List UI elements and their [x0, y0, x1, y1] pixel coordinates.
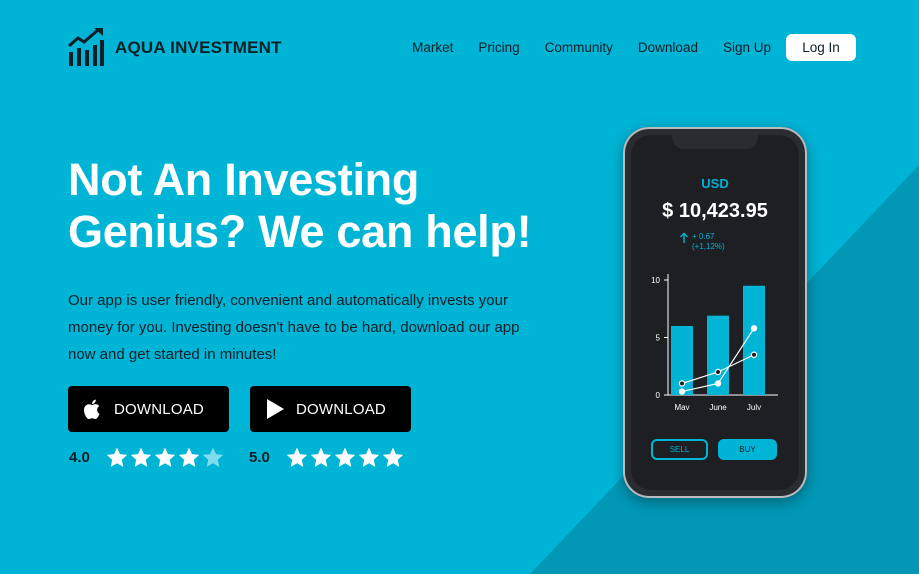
bar-chart-growth-icon — [68, 28, 104, 66]
login-button[interactable]: Log In — [786, 34, 856, 61]
play-download-button[interactable]: DOWNLOAD — [250, 386, 411, 432]
star-filled-icon — [106, 447, 128, 467]
y-tick-label: 0 — [656, 391, 661, 400]
apple-download-label: DOWNLOAD — [114, 400, 204, 418]
play-icon — [264, 398, 286, 420]
nav-pricing-link[interactable]: Pricing — [478, 35, 519, 61]
brand-name: AQUA INVESTMENT — [115, 37, 282, 57]
play-rating: 5.0 — [249, 446, 405, 468]
arrow-up-icon — [680, 232, 688, 243]
y-tick-label: 5 — [656, 334, 661, 343]
play-download-label: DOWNLOAD — [296, 400, 386, 418]
star-filled-icon — [310, 447, 332, 467]
currency-label: USD — [701, 176, 729, 191]
main-nav: Market Pricing Community Download Sign U… — [412, 34, 856, 61]
hero-title: Not An Investing Genius? We can help! — [68, 154, 532, 257]
chart-point — [678, 380, 686, 387]
x-tick-label: July — [747, 403, 761, 410]
star-filled-icon — [130, 447, 152, 467]
chart-point — [750, 351, 758, 358]
chart-point — [750, 325, 758, 332]
apple-rating-stars — [105, 446, 225, 468]
chart-point — [714, 368, 722, 376]
star-empty-icon — [202, 447, 224, 467]
phone-mockup: USD $ 10,423.95 + 0.67 (+1,12%) May June J… — [623, 127, 807, 498]
change-percent: (+1,12%) — [692, 242, 725, 251]
balance-value: $ 10,423.95 — [662, 200, 768, 222]
y-tick-label: 10 — [651, 276, 660, 285]
phone-notch — [672, 135, 758, 149]
buy-button[interactable]: BUY — [718, 439, 777, 460]
star-filled-icon — [178, 447, 200, 467]
star-filled-icon — [382, 447, 404, 467]
apple-rating: 4.0 — [69, 446, 225, 468]
apple-rating-value: 4.0 — [69, 448, 90, 466]
x-tick-label: May — [674, 403, 689, 410]
chart-point — [678, 388, 686, 395]
nav-market-link[interactable]: Market — [412, 35, 453, 61]
star-filled-icon — [334, 447, 356, 467]
chart-point — [714, 380, 722, 387]
brand-logo[interactable]: AQUA INVESTMENT — [68, 28, 282, 66]
phone-screen: USD $ 10,423.95 + 0.67 (+1,12%) May June J… — [631, 135, 799, 490]
star-filled-icon — [286, 447, 308, 467]
sell-button[interactable]: SELL — [651, 439, 708, 460]
nav-download-link[interactable]: Download — [638, 35, 698, 61]
change-absolute: + 0.67 — [692, 232, 715, 241]
apple-icon — [82, 398, 104, 420]
play-rating-value: 5.0 — [249, 448, 270, 466]
play-rating-stars — [285, 446, 405, 468]
star-filled-icon — [154, 447, 176, 467]
nav-signup-link[interactable]: Sign Up — [723, 35, 771, 61]
nav-community-link[interactable]: Community — [545, 35, 613, 61]
star-filled-icon — [358, 447, 380, 467]
apple-download-button[interactable]: DOWNLOAD — [68, 386, 229, 432]
portfolio-chart: May June July 0 5 10 — [651, 274, 778, 410]
hero-description: Our app is user friendly, convenient and… — [68, 292, 520, 363]
x-tick-label: June — [709, 403, 727, 410]
